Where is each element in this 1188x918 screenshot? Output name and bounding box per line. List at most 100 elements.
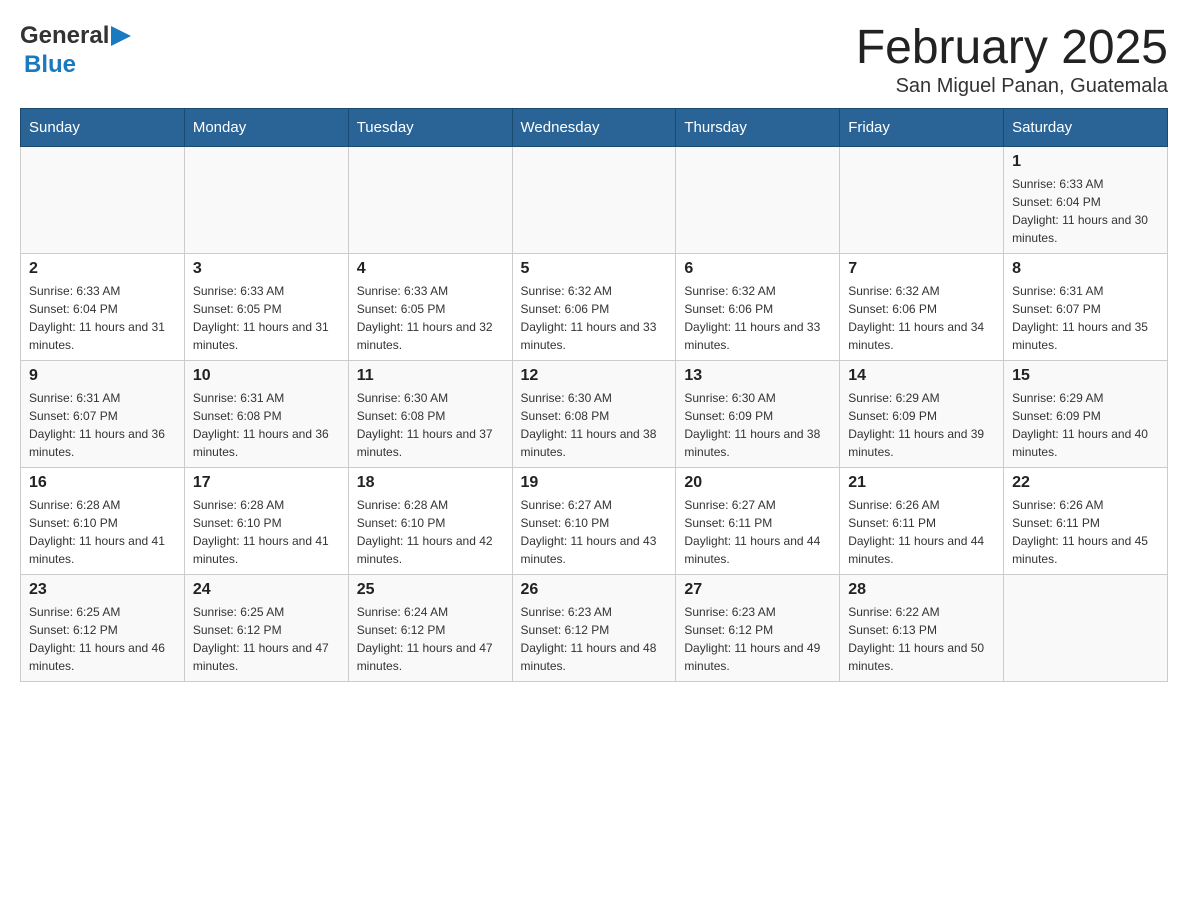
day-number: 8 xyxy=(1012,260,1159,278)
day-number: 5 xyxy=(521,260,668,278)
day-info: Sunrise: 6:31 AMSunset: 6:07 PMDaylight:… xyxy=(1012,282,1159,354)
day-number: 2 xyxy=(29,260,176,278)
day-number: 6 xyxy=(684,260,831,278)
calendar-cell: 2 Sunrise: 6:33 AMSunset: 6:04 PMDaylight… xyxy=(21,254,185,361)
calendar-cell: 24 Sunrise: 6:25 AMSunset: 6:12 PMDayligh… xyxy=(184,575,348,682)
logo: General Blue xyxy=(20,20,131,79)
day-number: 17 xyxy=(193,474,340,492)
day-number: 7 xyxy=(848,260,995,278)
col-header-wednesday: Wednesday xyxy=(512,109,676,147)
calendar-cell xyxy=(21,147,185,254)
day-info: Sunrise: 6:29 AMSunset: 6:09 PMDaylight:… xyxy=(1012,389,1159,461)
day-info: Sunrise: 6:31 AMSunset: 6:08 PMDaylight:… xyxy=(193,389,340,461)
day-info: Sunrise: 6:33 AMSunset: 6:05 PMDaylight:… xyxy=(193,282,340,354)
calendar-cell: 19 Sunrise: 6:27 AMSunset: 6:10 PMDayligh… xyxy=(512,468,676,575)
col-header-saturday: Saturday xyxy=(1004,109,1168,147)
page-header: General Blue February 2025 San Miguel Pa… xyxy=(20,20,1168,98)
day-number: 26 xyxy=(521,581,668,599)
day-info: Sunrise: 6:33 AMSunset: 6:04 PMDaylight:… xyxy=(29,282,176,354)
calendar-cell: 17 Sunrise: 6:28 AMSunset: 6:10 PMDayligh… xyxy=(184,468,348,575)
day-number: 3 xyxy=(193,260,340,278)
day-number: 16 xyxy=(29,474,176,492)
day-info: Sunrise: 6:28 AMSunset: 6:10 PMDaylight:… xyxy=(29,496,176,568)
calendar-cell: 28Sunrise: 6:22 AMSunset: 6:13 PMDayligh… xyxy=(840,575,1004,682)
calendar-cell: 10 Sunrise: 6:31 AMSunset: 6:08 PMDayligh… xyxy=(184,361,348,468)
page-title: February 2025 xyxy=(856,20,1168,75)
day-number: 9 xyxy=(29,367,176,385)
logo-general-text: General xyxy=(20,22,109,50)
day-number: 19 xyxy=(521,474,668,492)
day-info: Sunrise: 6:32 AMSunset: 6:06 PMDaylight:… xyxy=(848,282,995,354)
day-info: Sunrise: 6:27 AMSunset: 6:10 PMDaylight:… xyxy=(521,496,668,568)
day-info: Sunrise: 6:33 AMSunset: 6:04 PMDaylight:… xyxy=(1012,175,1159,247)
calendar-cell: 22 Sunrise: 6:26 AMSunset: 6:11 PMDayligh… xyxy=(1004,468,1168,575)
calendar-cell: 20 Sunrise: 6:27 AMSunset: 6:11 PMDayligh… xyxy=(676,468,840,575)
calendar-cell: 23 Sunrise: 6:25 AMSunset: 6:12 PMDayligh… xyxy=(21,575,185,682)
day-info: Sunrise: 6:28 AMSunset: 6:10 PMDaylight:… xyxy=(193,496,340,568)
calendar-cell: 14 Sunrise: 6:29 AMSunset: 6:09 PMDayligh… xyxy=(840,361,1004,468)
calendar-cell: 9 Sunrise: 6:31 AMSunset: 6:07 PMDaylight… xyxy=(21,361,185,468)
day-number: 10 xyxy=(193,367,340,385)
calendar-cell: 15 Sunrise: 6:29 AMSunset: 6:09 PMDayligh… xyxy=(1004,361,1168,468)
week-row-1: 1 Sunrise: 6:33 AMSunset: 6:04 PMDaylight… xyxy=(21,147,1168,254)
calendar-header-row: SundayMondayTuesdayWednesdayThursdayFrid… xyxy=(21,109,1168,147)
col-header-monday: Monday xyxy=(184,109,348,147)
day-number: 28 xyxy=(848,581,995,599)
day-info: Sunrise: 6:32 AMSunset: 6:06 PMDaylight:… xyxy=(521,282,668,354)
week-row-2: 2 Sunrise: 6:33 AMSunset: 6:04 PMDaylight… xyxy=(21,254,1168,361)
day-number: 4 xyxy=(357,260,504,278)
day-number: 11 xyxy=(357,367,504,385)
calendar-cell: 5 Sunrise: 6:32 AMSunset: 6:06 PMDaylight… xyxy=(512,254,676,361)
week-row-5: 23 Sunrise: 6:25 AMSunset: 6:12 PMDayligh… xyxy=(21,575,1168,682)
calendar-cell xyxy=(1004,575,1168,682)
col-header-friday: Friday xyxy=(840,109,1004,147)
day-number: 22 xyxy=(1012,474,1159,492)
day-info: Sunrise: 6:30 AMSunset: 6:09 PMDaylight:… xyxy=(684,389,831,461)
calendar-cell: 13 Sunrise: 6:30 AMSunset: 6:09 PMDayligh… xyxy=(676,361,840,468)
calendar-cell: 4 Sunrise: 6:33 AMSunset: 6:05 PMDaylight… xyxy=(348,254,512,361)
day-number: 27 xyxy=(684,581,831,599)
calendar-table: SundayMondayTuesdayWednesdayThursdayFrid… xyxy=(20,108,1168,682)
calendar-cell: 7 Sunrise: 6:32 AMSunset: 6:06 PMDaylight… xyxy=(840,254,1004,361)
calendar-cell: 16 Sunrise: 6:28 AMSunset: 6:10 PMDayligh… xyxy=(21,468,185,575)
day-number: 14 xyxy=(848,367,995,385)
day-info: Sunrise: 6:25 AMSunset: 6:12 PMDaylight:… xyxy=(193,603,340,675)
logo-arrow-icon xyxy=(111,26,131,51)
day-info: Sunrise: 6:29 AMSunset: 6:09 PMDaylight:… xyxy=(848,389,995,461)
logo-blue-text: Blue xyxy=(24,51,76,78)
day-info: Sunrise: 6:31 AMSunset: 6:07 PMDaylight:… xyxy=(29,389,176,461)
calendar-cell: 25Sunrise: 6:24 AMSunset: 6:12 PMDayligh… xyxy=(348,575,512,682)
calendar-cell: 3 Sunrise: 6:33 AMSunset: 6:05 PMDaylight… xyxy=(184,254,348,361)
day-number: 15 xyxy=(1012,367,1159,385)
calendar-cell xyxy=(348,147,512,254)
calendar-cell: 8 Sunrise: 6:31 AMSunset: 6:07 PMDaylight… xyxy=(1004,254,1168,361)
calendar-cell: 18Sunrise: 6:28 AMSunset: 6:10 PMDayligh… xyxy=(348,468,512,575)
day-number: 13 xyxy=(684,367,831,385)
calendar-cell xyxy=(840,147,1004,254)
title-block: February 2025 San Miguel Panan, Guatemal… xyxy=(856,20,1168,98)
day-number: 25 xyxy=(357,581,504,599)
calendar-cell: 26Sunrise: 6:23 AMSunset: 6:12 PMDayligh… xyxy=(512,575,676,682)
day-number: 24 xyxy=(193,581,340,599)
day-number: 20 xyxy=(684,474,831,492)
day-info: Sunrise: 6:26 AMSunset: 6:11 PMDaylight:… xyxy=(848,496,995,568)
calendar-cell: 12Sunrise: 6:30 AMSunset: 6:08 PMDayligh… xyxy=(512,361,676,468)
day-info: Sunrise: 6:30 AMSunset: 6:08 PMDaylight:… xyxy=(357,389,504,461)
day-number: 23 xyxy=(29,581,176,599)
day-info: Sunrise: 6:25 AMSunset: 6:12 PMDaylight:… xyxy=(29,603,176,675)
col-header-sunday: Sunday xyxy=(21,109,185,147)
day-number: 21 xyxy=(848,474,995,492)
day-number: 12 xyxy=(521,367,668,385)
calendar-cell xyxy=(512,147,676,254)
col-header-thursday: Thursday xyxy=(676,109,840,147)
calendar-cell: 27Sunrise: 6:23 AMSunset: 6:12 PMDayligh… xyxy=(676,575,840,682)
calendar-cell: 1 Sunrise: 6:33 AMSunset: 6:04 PMDaylight… xyxy=(1004,147,1168,254)
day-info: Sunrise: 6:27 AMSunset: 6:11 PMDaylight:… xyxy=(684,496,831,568)
day-info: Sunrise: 6:33 AMSunset: 6:05 PMDaylight:… xyxy=(357,282,504,354)
day-number: 1 xyxy=(1012,153,1159,171)
calendar-cell xyxy=(676,147,840,254)
page-subtitle: San Miguel Panan, Guatemala xyxy=(856,75,1168,98)
day-info: Sunrise: 6:32 AMSunset: 6:06 PMDaylight:… xyxy=(684,282,831,354)
day-info: Sunrise: 6:26 AMSunset: 6:11 PMDaylight:… xyxy=(1012,496,1159,568)
week-row-4: 16 Sunrise: 6:28 AMSunset: 6:10 PMDayligh… xyxy=(21,468,1168,575)
